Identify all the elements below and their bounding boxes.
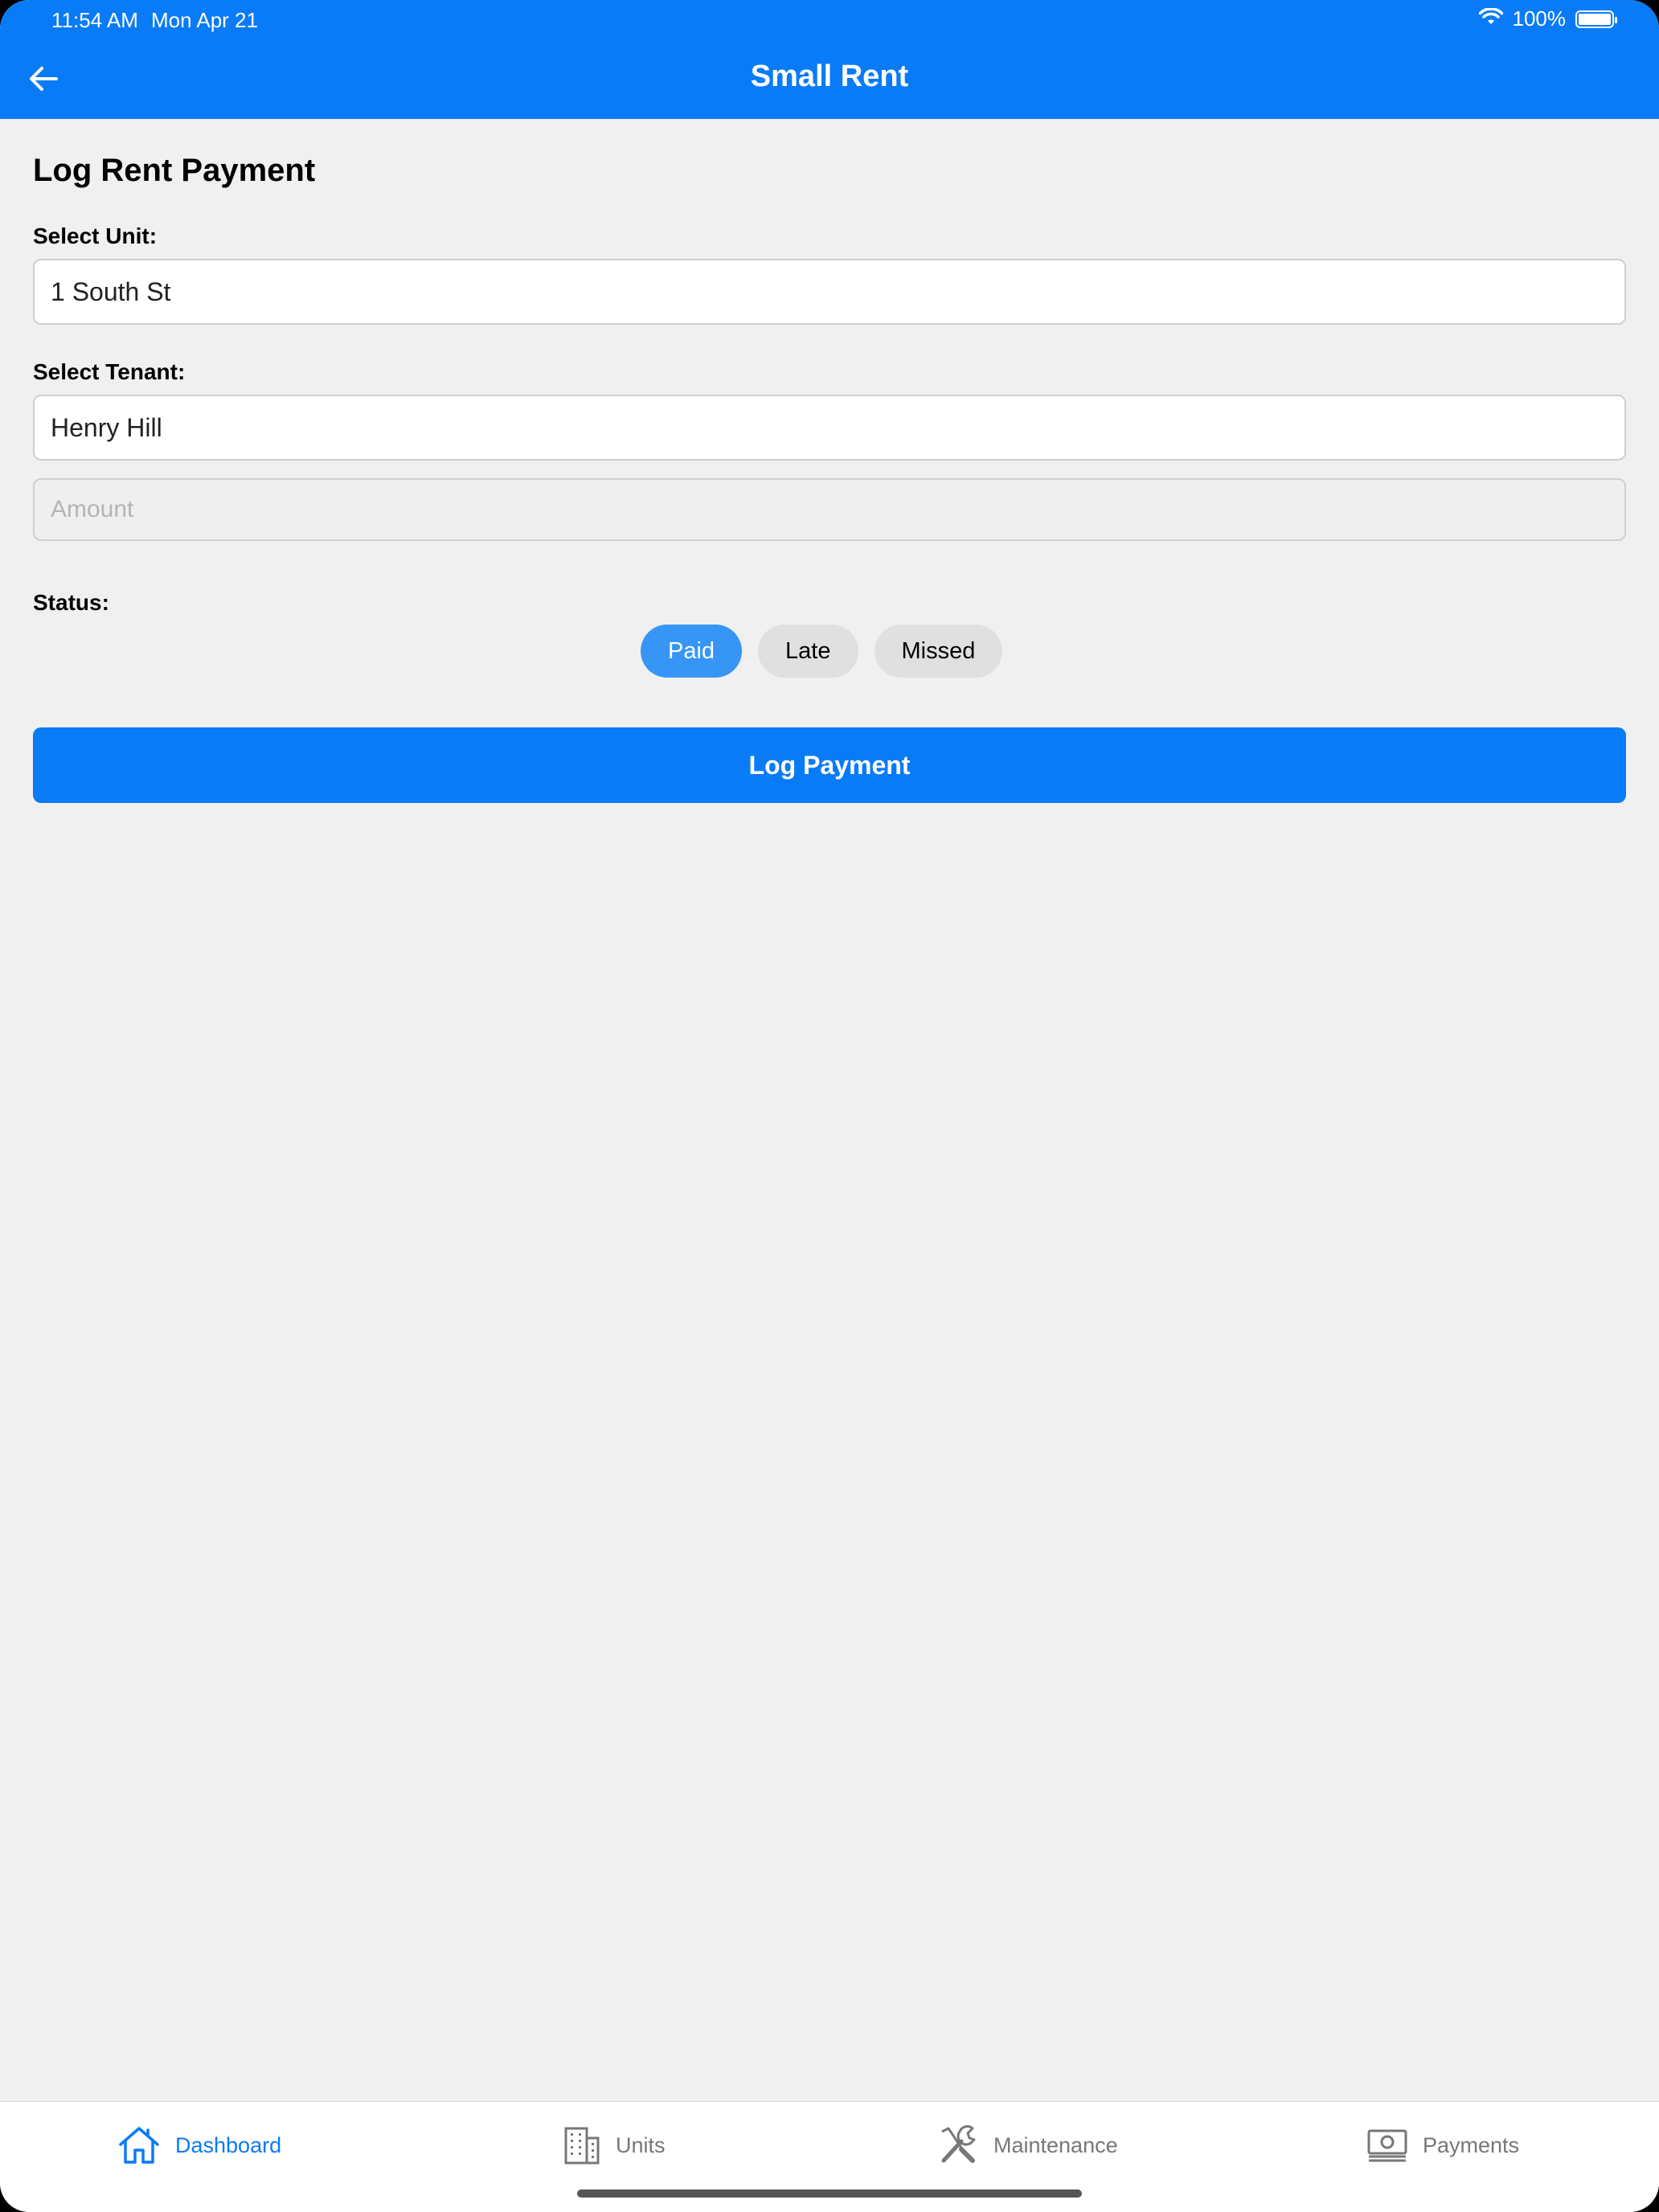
tab-payments[interactable]: Payments xyxy=(1366,2121,1519,2169)
status-date: Mon Apr 21 xyxy=(151,8,258,32)
tenant-select-value: Henry Hill xyxy=(51,412,162,442)
amount-field[interactable] xyxy=(33,478,1626,541)
battery-icon xyxy=(1575,10,1617,28)
tools-icon xyxy=(941,2125,976,2163)
status-time: 11:54 AM xyxy=(51,8,138,32)
app-header: 11:54 AM Mon Apr 21 100% Small Rent xyxy=(0,0,1659,119)
log-payment-button[interactable]: Log Payment xyxy=(33,727,1626,803)
app-title: Small Rent xyxy=(750,59,909,93)
status-option-missed[interactable]: Missed xyxy=(874,625,1003,678)
status-option-paid[interactable]: Paid xyxy=(641,625,743,678)
status-option-late[interactable]: Late xyxy=(758,625,858,678)
tab-payments-label: Payments xyxy=(1423,2132,1520,2157)
status-indicators: 100% xyxy=(1478,6,1617,31)
tab-maintenance[interactable]: Maintenance xyxy=(937,2121,1118,2169)
tab-dashboard[interactable]: Dashboard xyxy=(117,2121,281,2169)
tenant-select[interactable]: Henry Hill xyxy=(33,395,1626,461)
tab-dashboard-label: Dashboard xyxy=(175,2132,282,2157)
unit-label: Select Unit: xyxy=(33,223,158,248)
unit-select[interactable]: 1 South St xyxy=(33,259,1626,325)
tab-maintenance-label: Maintenance xyxy=(993,2132,1118,2157)
page-title: Log Rent Payment xyxy=(33,153,316,188)
status-options: Paid Late Missed xyxy=(641,625,1003,678)
amount-input[interactable] xyxy=(51,496,1608,523)
wifi-icon xyxy=(1478,6,1503,31)
home-icon xyxy=(119,2127,159,2164)
tab-units-label: Units xyxy=(616,2132,666,2157)
cash-icon xyxy=(1367,2129,1407,2162)
status-label: Status: xyxy=(33,590,109,615)
building-icon xyxy=(564,2127,600,2165)
battery-percent: 100% xyxy=(1512,6,1567,31)
home-indicator[interactable] xyxy=(577,2189,1082,2198)
tenant-label: Select Tenant: xyxy=(33,359,186,384)
status-bar: 11:54 AM Mon Apr 21 100% xyxy=(0,0,1659,39)
unit-select-value: 1 South St xyxy=(51,276,171,306)
app-screen: 11:54 AM Mon Apr 21 100% Small Rent Log … xyxy=(0,0,1659,2212)
tab-units[interactable]: Units xyxy=(563,2121,666,2169)
